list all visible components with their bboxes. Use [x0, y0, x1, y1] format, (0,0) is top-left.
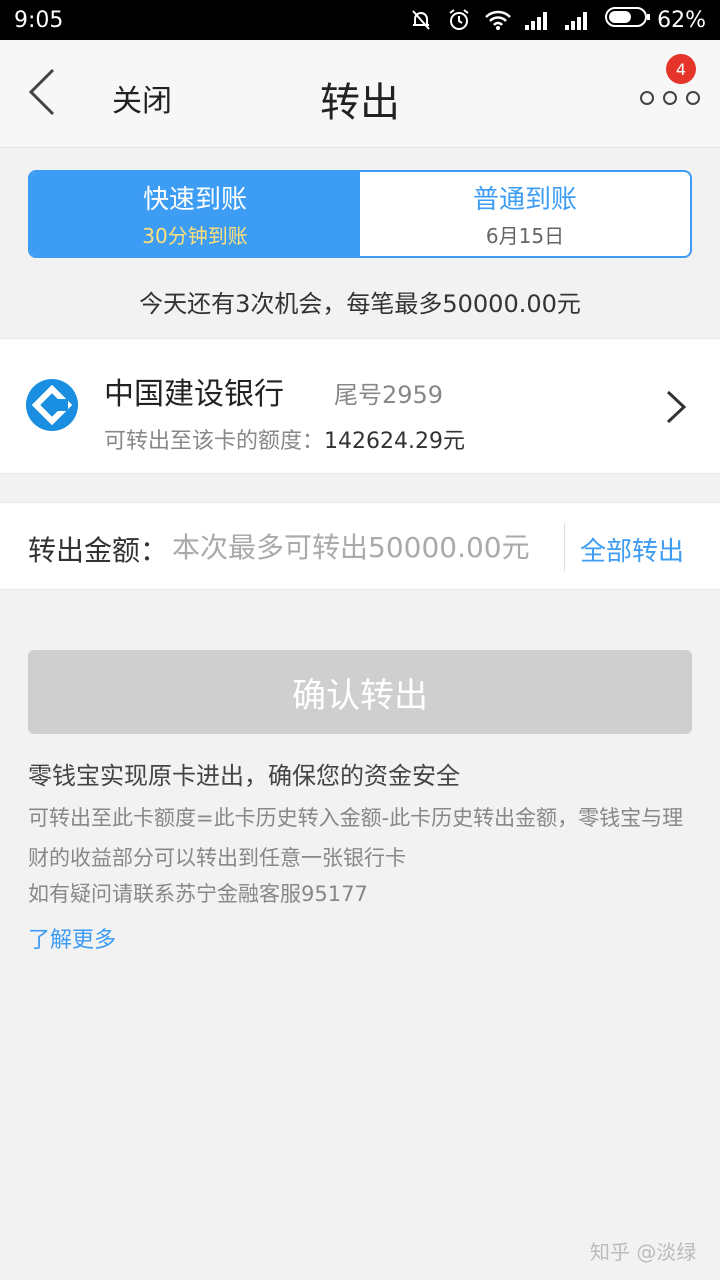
ccb-logo-icon — [26, 379, 78, 431]
info-contact: 如有疑问请联系苏宁金融客服95177 — [28, 882, 368, 906]
tab-title: 普通到账 — [472, 185, 577, 215]
tab-subtitle: 6月15日 — [485, 224, 565, 248]
limit-amount: 142624.29元 — [324, 429, 465, 454]
wifi-icon — [485, 9, 511, 31]
tab-subtitle: 30分钟到账 — [142, 224, 248, 248]
mute-bell-icon — [409, 8, 433, 32]
page-title: 转出 — [320, 80, 400, 126]
chevron-right-icon — [664, 389, 688, 425]
amount-input[interactable] — [168, 521, 558, 573]
status-bar: 9:05 62% — [0, 0, 720, 40]
signal-icon — [525, 10, 551, 30]
status-icons: 62% — [409, 7, 706, 33]
amount-label: 转出金额： — [28, 534, 169, 567]
card-tail-number: 尾号2959 — [334, 381, 444, 409]
info-title: 零钱宝实现原卡进出，确保您的资金安全 — [28, 762, 460, 790]
more-dots-icon — [663, 91, 677, 105]
alarm-icon — [447, 8, 471, 32]
navigation-bar: 关闭 转出 4 — [0, 40, 720, 148]
more-dots-icon — [640, 91, 654, 105]
tab-fast-arrival[interactable]: 快速到账 30分钟到账 — [30, 172, 360, 256]
tab-title: 快速到账 — [142, 185, 247, 215]
status-time: 9:05 — [14, 7, 64, 33]
divider — [564, 523, 565, 571]
more-button[interactable] — [640, 86, 700, 110]
battery-indicator: 62% — [605, 7, 706, 33]
limit-label: 可转出至该卡的额度： — [104, 429, 325, 454]
signal-icon — [565, 10, 591, 30]
bank-card-selector[interactable]: 中国建设银行 尾号2959 可转出至该卡的额度：142624.29元 — [0, 338, 720, 474]
learn-more-link[interactable]: 了解更多 — [28, 922, 116, 954]
more-dots-icon — [686, 91, 700, 105]
battery-percent: 62% — [657, 7, 706, 33]
watermark: 知乎 @淡绿 — [590, 1240, 697, 1264]
battery-icon — [605, 7, 651, 33]
transfer-limit: 可转出至该卡的额度：142624.29元 — [104, 423, 465, 455]
tab-normal-arrival[interactable]: 普通到账 6月15日 — [360, 172, 690, 256]
notification-badge: 4 — [666, 54, 696, 84]
remaining-chances-text: 今天还有3次机会，每笔最多50000.00元 — [139, 290, 581, 318]
confirm-transfer-button[interactable]: 确认转出 — [28, 650, 692, 734]
info-body: 可转出至此卡额度=此卡历史转入金额-此卡历史转出金额，零钱宝与理财的收益部分可以… — [28, 806, 684, 870]
amount-row: 转出金额： 全部转出 — [0, 502, 720, 590]
arrival-speed-selector: 快速到账 30分钟到账 普通到账 6月15日 — [28, 170, 692, 258]
withdraw-all-button[interactable]: 全部转出 — [580, 531, 684, 568]
bank-name: 中国建设银行 — [104, 377, 284, 412]
